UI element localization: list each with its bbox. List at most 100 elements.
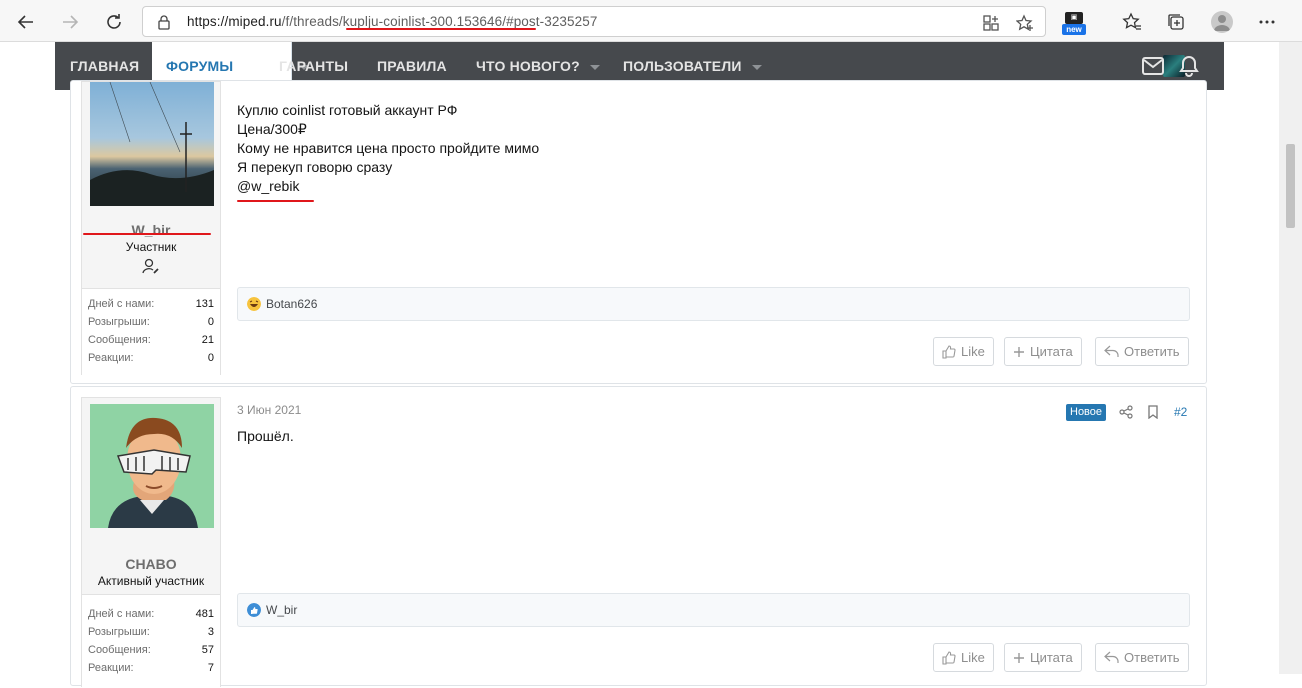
- thread-page: W_bir Участник Дней с нами: 131 Розыгрыши…: [55, 80, 1224, 688]
- page-scrollbar[interactable]: [1279, 42, 1302, 674]
- quote-button[interactable]: Цитата: [1004, 643, 1082, 672]
- reply-button[interactable]: Ответить: [1095, 643, 1189, 672]
- stat-row: Реакции: 0: [82, 349, 220, 367]
- user-info: W_bir Участник: [82, 222, 220, 279]
- stat-row: Реакции: 7: [82, 659, 220, 677]
- caret-down-icon: [589, 64, 600, 70]
- user-stats: Дней с нами: 131 Розыгрыши: 0 Сообщения: 21…: [82, 288, 220, 376]
- quote-label: Цитата: [1030, 344, 1073, 359]
- post-date[interactable]: 3 Июн 2021: [237, 403, 301, 417]
- refresh-button[interactable]: [101, 9, 127, 35]
- stat-label: Реакции:: [88, 662, 134, 674]
- message-highlight-underline: [237, 200, 314, 202]
- new-badge: Новое: [1066, 404, 1107, 421]
- post-message: Куплю coinlist готовый аккаунт РФ Цена/3…: [237, 101, 539, 196]
- reaction-username[interactable]: Botan626: [266, 297, 317, 311]
- collections-icon: [1168, 14, 1184, 30]
- nav-whats-new-label: ЧТО НОВОГО?: [476, 58, 580, 74]
- plus-icon: [1014, 652, 1024, 663]
- stat-row: Сообщения: 21: [82, 331, 220, 349]
- username-highlight-underline: [83, 233, 211, 235]
- arrow-left-icon: [17, 15, 33, 29]
- extension-button[interactable]: ▣ new: [1062, 12, 1086, 36]
- lock-icon: [158, 15, 170, 30]
- bell-icon: [1179, 55, 1199, 77]
- quote-button[interactable]: Цитата: [1004, 337, 1082, 366]
- stat-row: Розыгрыши: 3: [82, 623, 220, 641]
- forward-button[interactable]: [57, 9, 83, 35]
- message-line: Куплю coinlist готовый аккаунт РФ: [237, 102, 458, 118]
- bookmark-icon[interactable]: [1146, 405, 1160, 419]
- post: W_bir Участник Дней с нами: 131 Розыгрыши…: [70, 80, 1207, 384]
- username[interactable]: CHABO: [82, 556, 220, 572]
- share-icon[interactable]: [1119, 405, 1133, 419]
- more-horizontal-icon: [1259, 20, 1275, 24]
- reply-label: Ответить: [1124, 344, 1180, 359]
- settings-menu-button[interactable]: [1255, 10, 1279, 34]
- url-path: /f/threads/kuplju-coinlist-300.153646/#p…: [281, 14, 598, 29]
- reply-label: Ответить: [1124, 650, 1180, 665]
- stat-value: 57: [201, 644, 214, 656]
- post-number[interactable]: #2: [1174, 405, 1187, 419]
- alerts-button[interactable]: [1178, 55, 1200, 77]
- refresh-icon: [107, 14, 121, 29]
- profile-avatar[interactable]: [1211, 11, 1233, 33]
- message-line: Цена/300₽: [237, 121, 307, 137]
- stat-value: 7: [207, 662, 214, 674]
- scrollbar-thumb[interactable]: [1286, 144, 1295, 228]
- user-column: CHABO Активный участник Дней с нами: 481 …: [81, 397, 221, 688]
- extension-new-badge: new: [1062, 24, 1086, 35]
- stat-row: Сообщения: 57: [82, 641, 220, 659]
- add-favorite-icon[interactable]: [1016, 14, 1034, 32]
- reaction-username[interactable]: W_bir: [266, 603, 297, 617]
- stat-value: 3: [207, 626, 214, 638]
- stat-value: 21: [201, 334, 214, 346]
- stat-value: 0: [207, 316, 214, 328]
- stat-value: 131: [195, 298, 214, 310]
- nav-users-label: ПОЛЬЗОВАТЕЛИ: [623, 58, 742, 74]
- app-available-icon[interactable]: [982, 14, 1000, 32]
- stat-label: Розыгрыши:: [88, 316, 150, 328]
- collections-button[interactable]: [1164, 10, 1188, 34]
- message-line: Кому не нравится цена просто пройдите ми…: [237, 140, 540, 156]
- browser-toolbar: https://miped.ru/f/threads/kuplju-coinli…: [0, 0, 1302, 42]
- arrow-right-icon: [63, 15, 79, 29]
- favorites-button[interactable]: [1120, 10, 1144, 34]
- user-title: Участник: [125, 240, 177, 254]
- url-text: https://miped.ru/f/threads/kuplju-coinli…: [187, 14, 597, 29]
- username[interactable]: W_bir: [82, 222, 220, 238]
- post-message: Прошёл.: [237, 427, 294, 446]
- thumbs-up-icon: [942, 344, 956, 359]
- message-line: Я перекуп говорю сразу: [237, 159, 393, 175]
- user-column: W_bir Участник Дней с нами: 131 Розыгрыши…: [81, 81, 221, 376]
- url-highlight-underline: [346, 28, 536, 30]
- like-button[interactable]: Like: [933, 337, 994, 366]
- reply-button[interactable]: Ответить: [1095, 337, 1189, 366]
- back-button[interactable]: [13, 9, 39, 35]
- reactions-bar[interactable]: Botan626: [237, 287, 1190, 321]
- nav-forums-label: ФОРУМЫ: [166, 58, 234, 74]
- like-label: Like: [961, 650, 985, 665]
- reactions-bar[interactable]: W_bir: [237, 593, 1190, 627]
- like-label: Like: [961, 344, 985, 359]
- inbox-button[interactable]: [1142, 55, 1164, 77]
- url-host: https://miped.ru: [187, 14, 282, 29]
- person-icon: [1214, 15, 1230, 31]
- stat-value: 481: [195, 608, 214, 620]
- stat-label: Сообщения:: [88, 334, 151, 346]
- address-bar[interactable]: https://miped.ru/f/threads/kuplju-coinli…: [142, 6, 1046, 37]
- stat-label: Сообщения:: [88, 644, 151, 656]
- caret-down-icon: [751, 64, 762, 70]
- reply-icon: [1104, 651, 1119, 663]
- post: CHABO Активный участник Дней с нами: 481 …: [70, 386, 1207, 688]
- stat-row: Дней с нами: 481: [82, 605, 220, 623]
- user-edit-icon: [142, 258, 159, 274]
- reply-icon: [1104, 345, 1119, 357]
- user-info: CHABO Активный участник: [82, 556, 220, 588]
- avatar[interactable]: [90, 82, 214, 206]
- like-button[interactable]: Like: [933, 643, 994, 672]
- stat-value: 0: [207, 352, 214, 364]
- envelope-icon: [1142, 57, 1164, 75]
- message-line: Прошёл.: [237, 428, 294, 444]
- avatar[interactable]: [90, 404, 214, 528]
